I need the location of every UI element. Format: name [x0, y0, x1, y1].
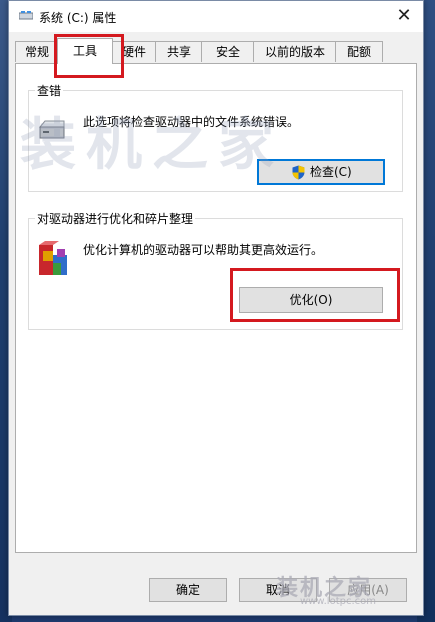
tab-security[interactable]: 安全 — [201, 41, 255, 62]
tab-previous-versions[interactable]: 以前的版本 — [253, 41, 337, 62]
error-checking-title: 查错 — [35, 82, 64, 99]
optimize-button-highlight — [230, 268, 400, 322]
title-bar: 系统 (C:) 属性 ✕ — [9, 1, 423, 32]
error-checking-group: 查错 此选项将检查驱动器中的文件系统错误。 检查(C) — [28, 82, 403, 192]
drive-icon — [19, 11, 33, 20]
window-title: 系统 (C:) 属性 — [39, 11, 117, 25]
tools-tab-highlight — [54, 34, 124, 78]
shield-icon — [292, 165, 305, 180]
tab-quota[interactable]: 配额 — [335, 41, 383, 62]
tab-general[interactable]: 常规 — [15, 41, 59, 62]
optimize-description: 优化计算机的驱动器可以帮助其更高效运行。 — [83, 243, 324, 257]
check-button-label: 检查(C) — [310, 165, 352, 179]
bottom-watermark-url: www.lotpc.com — [300, 596, 376, 607]
close-button[interactable]: ✕ — [391, 4, 417, 28]
tab-sharing[interactable]: 共享 — [155, 41, 203, 62]
ok-button[interactable]: 确定 — [149, 578, 227, 602]
error-checking-description: 此选项将检查驱动器中的文件系统错误。 — [83, 115, 300, 129]
defrag-icon — [39, 241, 67, 275]
check-button[interactable]: 检查(C) — [257, 159, 385, 185]
optimize-title: 对驱动器进行优化和碎片整理 — [35, 210, 196, 227]
hard-drive-icon — [38, 120, 65, 139]
